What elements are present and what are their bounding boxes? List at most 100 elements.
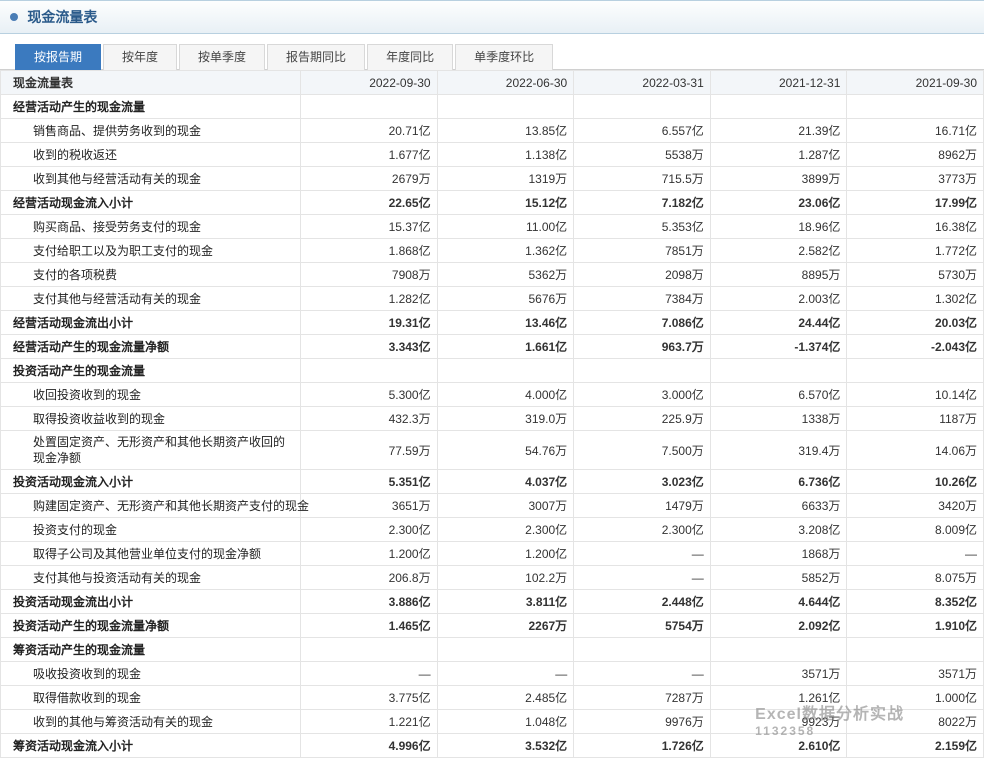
row-label: 经营活动产生的现金流量净额 xyxy=(1,335,301,359)
table-row: 销售商品、提供劳务收到的现金20.71亿13.85亿6.557亿21.39亿16… xyxy=(1,119,984,143)
cell-value: — xyxy=(847,542,984,566)
row-label: 投资活动产生的现金流量 xyxy=(1,359,301,383)
table-row: 支付的各项税费7908万5362万2098万8895万5730万 xyxy=(1,263,984,287)
cell-value: 1.287亿 xyxy=(710,143,847,167)
row-label: 支付其他与投资活动有关的现金 xyxy=(1,566,301,590)
tab-3[interactable]: 报告期同比 xyxy=(267,44,365,70)
cell-value: 2.610亿 xyxy=(710,734,847,758)
cell-value: 1.661亿 xyxy=(437,335,574,359)
cell-value xyxy=(574,638,711,662)
cell-value: 22.65亿 xyxy=(301,191,438,215)
panel-header: 现金流量表 xyxy=(0,0,984,34)
cell-value: 1.910亿 xyxy=(847,614,984,638)
tab-0[interactable]: 按报告期 xyxy=(15,44,101,70)
row-label: 收到的其他与筹资活动有关的现金 xyxy=(1,710,301,734)
cell-value: 8.075万 xyxy=(847,566,984,590)
cell-value: 2267万 xyxy=(437,614,574,638)
cell-value: 13.85亿 xyxy=(437,119,574,143)
cell-value xyxy=(847,95,984,119)
tab-1[interactable]: 按年度 xyxy=(103,44,177,70)
row-label: 筹资活动产生的现金流量 xyxy=(1,638,301,662)
header-label: 现金流量表 xyxy=(1,71,301,95)
cell-value: 3899万 xyxy=(710,167,847,191)
table-row: 取得投资收益收到的现金432.3万319.0万225.9万1338万1187万 xyxy=(1,407,984,431)
cell-value: 3.023亿 xyxy=(574,470,711,494)
cell-value: — xyxy=(574,662,711,686)
cell-value: 1187万 xyxy=(847,407,984,431)
cell-value xyxy=(437,359,574,383)
cell-value xyxy=(301,359,438,383)
row-label: 收到其他与经营活动有关的现金 xyxy=(1,167,301,191)
cell-value: 15.12亿 xyxy=(437,191,574,215)
cell-value: -1.374亿 xyxy=(710,335,847,359)
cell-value xyxy=(710,638,847,662)
cell-value: 3.343亿 xyxy=(301,335,438,359)
cell-value: 1.221亿 xyxy=(301,710,438,734)
row-label: 支付给职工以及为职工支付的现金 xyxy=(1,239,301,263)
row-label: 处置固定资产、无形资产和其他长期资产收回的现金净额 xyxy=(1,431,301,470)
cell-value: 1.726亿 xyxy=(574,734,711,758)
cell-value: 2.159亿 xyxy=(847,734,984,758)
table-row: 投资活动产生的现金流量 xyxy=(1,359,984,383)
row-label: 投资活动现金流入小计 xyxy=(1,470,301,494)
table-row: 收到的其他与筹资活动有关的现金1.221亿1.048亿9976万9923万802… xyxy=(1,710,984,734)
tab-4[interactable]: 年度同比 xyxy=(367,44,453,70)
cell-value xyxy=(847,359,984,383)
cell-value: 77.59万 xyxy=(301,431,438,470)
row-label: 投资活动产生的现金流量净额 xyxy=(1,614,301,638)
tab-2[interactable]: 按单季度 xyxy=(179,44,265,70)
table-row: 吸收投资收到的现金———3571万3571万 xyxy=(1,662,984,686)
cell-value xyxy=(574,95,711,119)
cell-value: 2679万 xyxy=(301,167,438,191)
cell-value: 5.353亿 xyxy=(574,215,711,239)
cell-value xyxy=(847,638,984,662)
table-row: 取得借款收到的现金3.775亿2.485亿7287万1.261亿1.000亿 xyxy=(1,686,984,710)
table-row: 支付给职工以及为职工支付的现金1.868亿1.362亿7851万2.582亿1.… xyxy=(1,239,984,263)
cell-value: 2.092亿 xyxy=(710,614,847,638)
cell-value: 4.996亿 xyxy=(301,734,438,758)
cell-value: 21.39亿 xyxy=(710,119,847,143)
cell-value: 14.06万 xyxy=(847,431,984,470)
cell-value: 8022万 xyxy=(847,710,984,734)
cell-value: 432.3万 xyxy=(301,407,438,431)
cell-value: 13.46亿 xyxy=(437,311,574,335)
cell-value: 23.06亿 xyxy=(710,191,847,215)
table-row: 收到其他与经营活动有关的现金2679万1319万715.5万3899万3773万 xyxy=(1,167,984,191)
cell-value: 8.009亿 xyxy=(847,518,984,542)
cell-value: 1.868亿 xyxy=(301,239,438,263)
cell-value xyxy=(437,638,574,662)
cell-value: 5362万 xyxy=(437,263,574,287)
cell-value: 11.00亿 xyxy=(437,215,574,239)
table-row: 投资活动现金流入小计5.351亿4.037亿3.023亿6.736亿10.26亿 xyxy=(1,470,984,494)
cell-value: 6.570亿 xyxy=(710,383,847,407)
table-row: 经营活动产生的现金流量 xyxy=(1,95,984,119)
cell-value: 2.300亿 xyxy=(301,518,438,542)
cell-value: 2098万 xyxy=(574,263,711,287)
cell-value: 963.7万 xyxy=(574,335,711,359)
col-header: 2022-03-31 xyxy=(574,71,711,95)
cell-value xyxy=(437,95,574,119)
tab-5[interactable]: 单季度环比 xyxy=(455,44,553,70)
table-row: 投资活动产生的现金流量净额1.465亿2267万5754万2.092亿1.910… xyxy=(1,614,984,638)
cell-value: 10.26亿 xyxy=(847,470,984,494)
cell-value: 225.9万 xyxy=(574,407,711,431)
table-row: 投资活动现金流出小计3.886亿3.811亿2.448亿4.644亿8.352亿 xyxy=(1,590,984,614)
cell-value: 1.772亿 xyxy=(847,239,984,263)
cell-value: 10.14亿 xyxy=(847,383,984,407)
cell-value: 7851万 xyxy=(574,239,711,263)
row-label: 经营活动现金流入小计 xyxy=(1,191,301,215)
cell-value: 1.000亿 xyxy=(847,686,984,710)
cell-value: 3.208亿 xyxy=(710,518,847,542)
cell-value: 319.0万 xyxy=(437,407,574,431)
row-label: 购建固定资产、无形资产和其他长期资产支付的现金 xyxy=(1,494,301,518)
cell-value: 1319万 xyxy=(437,167,574,191)
table-row: 经营活动产生的现金流量净额3.343亿1.661亿963.7万-1.374亿-2… xyxy=(1,335,984,359)
cell-value: 1.138亿 xyxy=(437,143,574,167)
cell-value: 5676万 xyxy=(437,287,574,311)
cell-value: 1.282亿 xyxy=(301,287,438,311)
col-header: 2022-09-30 xyxy=(301,71,438,95)
col-header: 2022-06-30 xyxy=(437,71,574,95)
row-label: 销售商品、提供劳务收到的现金 xyxy=(1,119,301,143)
cell-value: 8962万 xyxy=(847,143,984,167)
cell-value: 1.362亿 xyxy=(437,239,574,263)
